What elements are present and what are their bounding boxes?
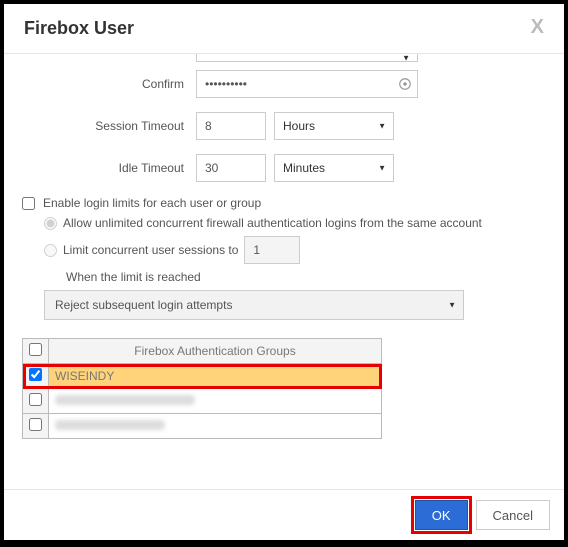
group-row-name: WISEINDY xyxy=(49,364,382,389)
group-row-checkbox[interactable] xyxy=(29,368,42,381)
limit-action-wrap: Reject subsequent login attempts xyxy=(44,290,464,320)
when-limit-label: When the limit is reached xyxy=(66,270,546,284)
allow-unlimited-radio[interactable] xyxy=(44,217,57,230)
confirm-wrap xyxy=(196,70,418,98)
partial-row xyxy=(22,54,546,62)
group-row-checkbox[interactable] xyxy=(29,393,42,406)
dialog-body: Confirm Session Timeout Hours Idle Timeo… xyxy=(4,54,564,489)
groups-select-all-checkbox[interactable] xyxy=(29,343,42,356)
dialog-title: Firebox User xyxy=(24,18,544,39)
limit-sessions-input[interactable] xyxy=(244,236,300,264)
firebox-user-dialog: Firebox User X Confirm Session Timeout xyxy=(4,4,564,540)
table-row[interactable] xyxy=(23,389,382,414)
idle-timeout-unit[interactable]: Minutes xyxy=(274,154,394,182)
group-row-checkbox[interactable] xyxy=(29,418,42,431)
group-row-name xyxy=(49,414,382,439)
idle-timeout-input[interactable] xyxy=(196,154,266,182)
ok-button[interactable]: OK xyxy=(415,500,468,530)
table-row[interactable]: WISEINDY xyxy=(23,364,382,389)
limit-sessions-radio[interactable] xyxy=(44,244,57,257)
idle-timeout-unit-wrap: Minutes xyxy=(274,154,394,182)
confirm-input[interactable] xyxy=(196,70,418,98)
cancel-button[interactable]: Cancel xyxy=(476,500,550,530)
group-row-name xyxy=(49,389,382,414)
groups-header-checkbox-cell xyxy=(23,339,49,364)
limits-radio-group: Allow unlimited concurrent firewall auth… xyxy=(44,216,546,284)
session-timeout-row: Session Timeout Hours xyxy=(22,112,546,140)
dialog-footer: OK Cancel xyxy=(4,489,564,540)
enable-limits-checkbox[interactable] xyxy=(22,197,35,210)
session-timeout-unit[interactable]: Hours xyxy=(274,112,394,140)
allow-unlimited-label: Allow unlimited concurrent firewall auth… xyxy=(63,216,482,230)
session-timeout-unit-wrap: Hours xyxy=(274,112,394,140)
auth-groups-table: Firebox Authentication Groups WISEINDY xyxy=(22,338,382,439)
idle-timeout-row: Idle Timeout Minutes xyxy=(22,154,546,182)
session-timeout-label: Session Timeout xyxy=(22,119,196,133)
close-icon[interactable]: X xyxy=(531,16,544,39)
confirm-row: Confirm xyxy=(22,70,546,98)
enable-limits-label: Enable login limits for each user or gro… xyxy=(43,196,261,210)
confirm-label: Confirm xyxy=(22,77,196,91)
idle-timeout-label: Idle Timeout xyxy=(22,161,196,175)
table-row[interactable] xyxy=(23,414,382,439)
limit-sessions-row: Limit concurrent user sessions to xyxy=(44,236,546,264)
groups-header-label: Firebox Authentication Groups xyxy=(49,339,382,364)
partial-field[interactable] xyxy=(196,54,418,62)
dialog-header: Firebox User X xyxy=(4,4,564,47)
limit-action-select[interactable]: Reject subsequent login attempts xyxy=(44,290,464,320)
limit-sessions-label: Limit concurrent user sessions to xyxy=(63,243,238,257)
allow-unlimited-row: Allow unlimited concurrent firewall auth… xyxy=(44,216,546,230)
enable-limits-row: Enable login limits for each user or gro… xyxy=(22,196,546,210)
reveal-password-icon[interactable] xyxy=(398,77,412,91)
session-timeout-input[interactable] xyxy=(196,112,266,140)
